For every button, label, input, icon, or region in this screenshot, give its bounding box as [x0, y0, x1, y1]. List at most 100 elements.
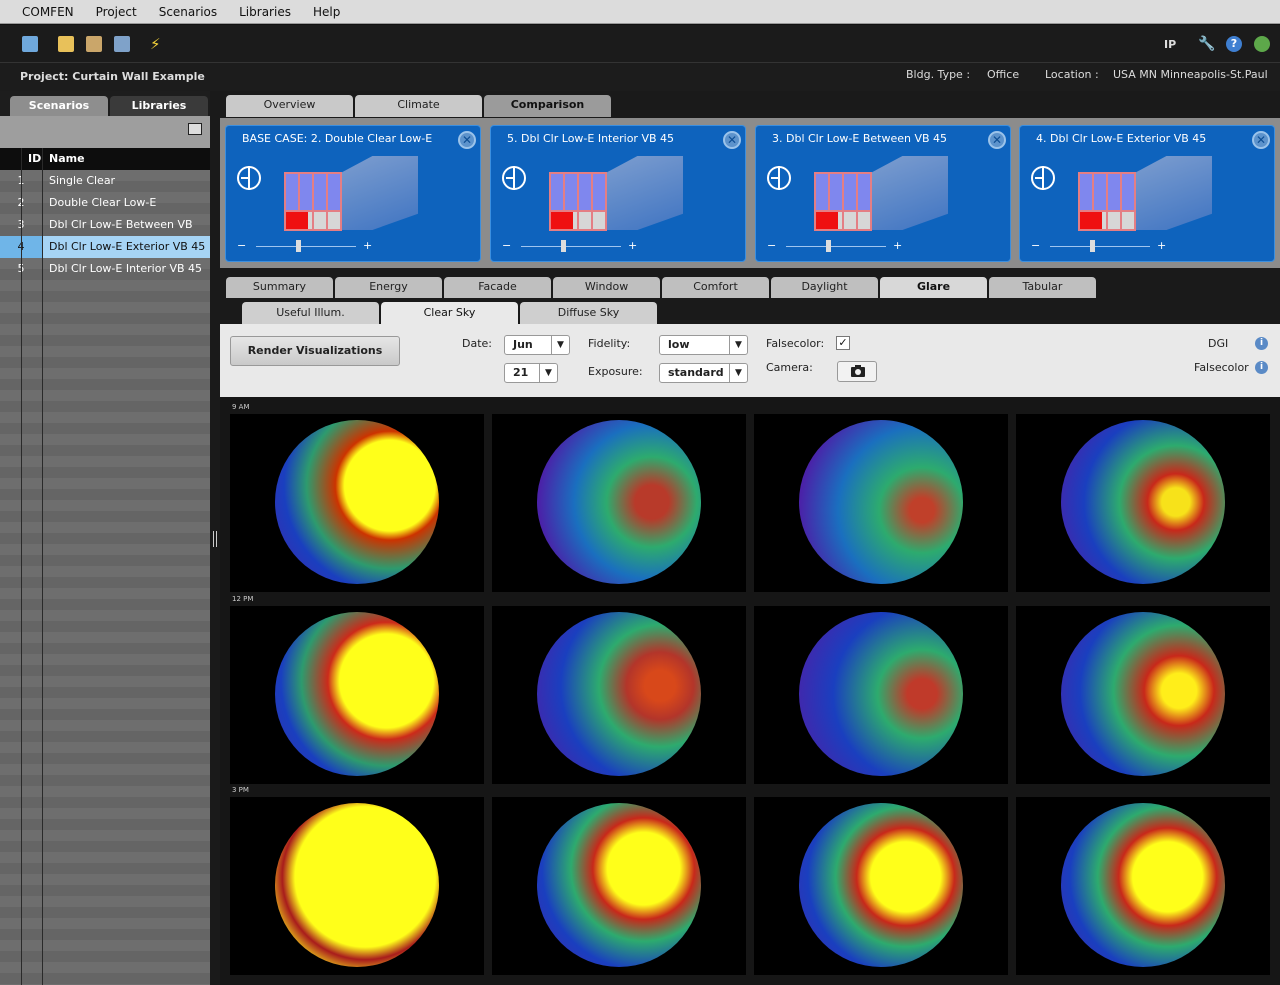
tab-window[interactable]: Window: [553, 277, 660, 298]
chevron-down-icon: ▼: [551, 336, 569, 354]
menu-comfen[interactable]: COMFEN: [0, 5, 85, 19]
menu-scenarios[interactable]: Scenarios: [148, 5, 228, 19]
rotation-slider[interactable]: [1050, 240, 1150, 252]
fisheye-render: [275, 612, 439, 776]
tab-diffuse-sky[interactable]: Diffuse Sky: [520, 302, 657, 324]
falsecolor-info-icon[interactable]: i: [1255, 361, 1268, 374]
table-icon[interactable]: [188, 123, 202, 135]
slider-thumb[interactable]: [296, 240, 301, 252]
tab-libraries[interactable]: Libraries: [110, 96, 208, 116]
zoom-in-button[interactable]: +: [363, 239, 372, 252]
rotation-slider[interactable]: [256, 240, 356, 252]
exposure-select[interactable]: standard ▼: [659, 363, 748, 383]
zoom-in-button[interactable]: +: [1157, 239, 1166, 252]
tab-comfort[interactable]: Comfort: [662, 277, 769, 298]
close-icon[interactable]: ✕: [458, 131, 476, 149]
help-icon[interactable]: ?: [1226, 36, 1242, 52]
slider-thumb[interactable]: [826, 240, 831, 252]
save-project-icon[interactable]: [114, 36, 130, 52]
facade-highlight: [551, 212, 573, 229]
camera-icon: [851, 365, 865, 377]
glare-image[interactable]: [1016, 414, 1270, 592]
tab-glare[interactable]: Glare: [880, 277, 987, 298]
slider-thumb[interactable]: [1090, 240, 1095, 252]
tab-climate[interactable]: Climate: [355, 95, 482, 117]
header-name[interactable]: Name: [49, 152, 85, 165]
glare-image[interactable]: [492, 414, 746, 592]
slider-thumb[interactable]: [561, 240, 566, 252]
tab-overview[interactable]: Overview: [226, 95, 353, 117]
new-project-icon[interactable]: [58, 36, 74, 52]
zoom-out-button[interactable]: −: [237, 239, 246, 252]
glare-image[interactable]: [754, 414, 1008, 592]
glare-image[interactable]: [492, 797, 746, 975]
panel-splitter[interactable]: [210, 91, 220, 985]
tab-daylight[interactable]: Daylight: [771, 277, 878, 298]
tab-comparison[interactable]: Comparison: [484, 95, 611, 117]
dgi-info-icon[interactable]: i: [1255, 337, 1268, 350]
glare-image[interactable]: [754, 606, 1008, 784]
close-icon[interactable]: ✕: [1252, 131, 1270, 149]
open-project-icon[interactable]: [86, 36, 102, 52]
bldg-type-value: Office: [987, 68, 1020, 81]
menu-project[interactable]: Project: [85, 5, 148, 19]
scenario-list: 1 Single Clear 2 Double Clear Low-E 3 Db…: [0, 170, 210, 985]
scenario-card[interactable]: 5. Dbl Clr Low-E Interior VB 45 ✕ − +: [490, 125, 746, 262]
compass-icon[interactable]: [237, 166, 261, 190]
tab-facade[interactable]: Facade: [444, 277, 551, 298]
glare-image[interactable]: [230, 606, 484, 784]
table-row[interactable]: 3 Dbl Clr Low-E Between VB 45: [0, 214, 210, 253]
glare-image[interactable]: [1016, 606, 1270, 784]
camera-button[interactable]: [837, 361, 877, 382]
glare-image[interactable]: [754, 797, 1008, 975]
scenario-card[interactable]: 4. Dbl Clr Low-E Exterior VB 45 ✕ − +: [1019, 125, 1275, 262]
tab-scenarios[interactable]: Scenarios: [10, 96, 108, 116]
table-row[interactable]: 2 Double Clear Low-E: [0, 192, 210, 214]
table-row[interactable]: 1 Single Clear: [0, 170, 210, 192]
tab-useful-illum[interactable]: Useful Illum.: [242, 302, 379, 324]
zoom-out-button[interactable]: −: [1031, 239, 1040, 252]
row-name: Dbl Clr Low-E Interior VB 45: [49, 262, 203, 275]
tab-clear-sky[interactable]: Clear Sky: [381, 302, 518, 324]
scenario-card[interactable]: 3. Dbl Clr Low-E Between VB 45 ✕ − +: [755, 125, 1011, 262]
table-row[interactable]: 5 Dbl Clr Low-E Interior VB 45: [0, 258, 210, 280]
rotation-slider[interactable]: [786, 240, 886, 252]
glare-image[interactable]: [1016, 797, 1270, 975]
units-toggle[interactable]: IP: [1164, 38, 1176, 51]
close-icon[interactable]: ✕: [988, 131, 1006, 149]
wrench-icon[interactable]: 🔧: [1198, 36, 1215, 52]
fidelity-select[interactable]: low ▼: [659, 335, 748, 355]
close-icon[interactable]: ✕: [723, 131, 741, 149]
document-icon[interactable]: [22, 36, 38, 52]
facade-highlight: [286, 212, 308, 229]
rotation-slider[interactable]: [521, 240, 621, 252]
splitter-grip[interactable]: [213, 531, 217, 547]
tab-tabular[interactable]: Tabular: [989, 277, 1096, 298]
compass-icon[interactable]: [1031, 166, 1055, 190]
scenario-card[interactable]: BASE CASE: 2. Double Clear Low-E ✕ − +: [225, 125, 481, 262]
menu-help[interactable]: Help: [302, 5, 351, 19]
day-select[interactable]: 21 ▼: [504, 363, 558, 383]
location-value: USA MN Minneapolis-St.Paul: [1113, 68, 1268, 81]
compass-icon[interactable]: [502, 166, 526, 190]
fisheye-render: [1061, 420, 1225, 584]
zoom-in-button[interactable]: +: [628, 239, 637, 252]
day-value: 21: [513, 366, 529, 379]
glare-image[interactable]: [230, 414, 484, 592]
zoom-out-button[interactable]: −: [767, 239, 776, 252]
month-select[interactable]: Jun ▼: [504, 335, 570, 355]
falsecolor-checkbox[interactable]: ✓: [836, 336, 850, 350]
header-id[interactable]: ID: [28, 152, 41, 165]
tab-energy[interactable]: Energy: [335, 277, 442, 298]
glare-image[interactable]: [230, 797, 484, 975]
tab-summary[interactable]: Summary: [226, 277, 333, 298]
zoom-in-button[interactable]: +: [893, 239, 902, 252]
bug-icon[interactable]: [1254, 36, 1270, 52]
menu-libraries[interactable]: Libraries: [228, 5, 302, 19]
glare-image[interactable]: [492, 606, 746, 784]
render-visualizations-button[interactable]: Render Visualizations: [230, 336, 400, 366]
table-row-selected[interactable]: 4 Dbl Clr Low-E Exterior VB 45: [0, 236, 210, 258]
lightning-icon[interactable]: ⚡: [150, 36, 166, 52]
compass-icon[interactable]: [767, 166, 791, 190]
zoom-out-button[interactable]: −: [502, 239, 511, 252]
